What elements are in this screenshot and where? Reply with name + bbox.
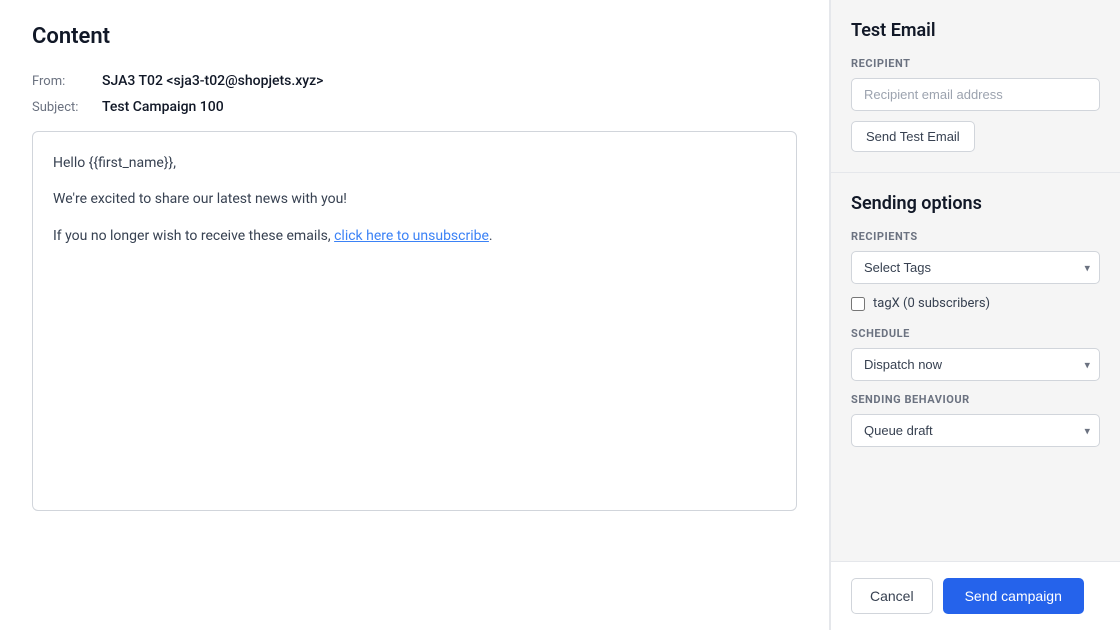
subject-label: Subject:	[32, 100, 102, 115]
sending-behaviour-dropdown[interactable]: Queue draft	[851, 414, 1100, 447]
send-test-email-button[interactable]: Send Test Email	[851, 121, 975, 152]
footer-buttons: Cancel Send campaign	[831, 561, 1120, 630]
tagx-label: tagX (0 subscribers)	[873, 296, 990, 311]
sidebar-panel: Test Email RECIPIENT Send Test Email Sen…	[830, 0, 1120, 630]
email-line-3: If you no longer wish to receive these e…	[53, 225, 776, 247]
email-body: Hello {{first_name}}, We're excited to s…	[32, 131, 797, 511]
tagx-checkbox-row: tagX (0 subscribers)	[851, 296, 1100, 311]
test-email-section: Test Email RECIPIENT Send Test Email	[831, 0, 1120, 173]
email-line-2: We're excited to share our latest news w…	[53, 188, 776, 210]
send-campaign-button[interactable]: Send campaign	[943, 578, 1084, 614]
subject-row: Subject: Test Campaign 100	[32, 99, 797, 115]
sending-behaviour-wrapper: Queue draft ▾	[851, 414, 1100, 447]
schedule-wrapper: Dispatch now ▾	[851, 348, 1100, 381]
test-email-title: Test Email	[851, 20, 1100, 41]
from-row: From: SJA3 T02 <sja3-t02@shopjets.xyz>	[32, 73, 797, 89]
subject-value: Test Campaign 100	[102, 99, 224, 115]
email-line-3-suffix: .	[489, 228, 493, 244]
select-tags-wrapper: Select Tags ▾	[851, 251, 1100, 284]
tagx-checkbox[interactable]	[851, 297, 865, 311]
from-label: From:	[32, 74, 102, 89]
content-panel: Content From: SJA3 T02 <sja3-t02@shopjet…	[0, 0, 830, 630]
cancel-button[interactable]: Cancel	[851, 578, 933, 614]
recipient-label: RECIPIENT	[851, 57, 1100, 70]
sending-options-section: Sending options RECIPIENTS Select Tags ▾…	[831, 173, 1120, 561]
recipients-label: RECIPIENTS	[851, 230, 1100, 243]
email-line-3-prefix: If you no longer wish to receive these e…	[53, 228, 334, 244]
email-line-1: Hello {{first_name}},	[53, 152, 776, 174]
schedule-label: SCHEDULE	[851, 327, 1100, 340]
unsubscribe-link[interactable]: click here to unsubscribe	[334, 228, 489, 244]
from-value: SJA3 T02 <sja3-t02@shopjets.xyz>	[102, 73, 323, 89]
select-tags-dropdown[interactable]: Select Tags	[851, 251, 1100, 284]
recipient-input[interactable]	[851, 78, 1100, 111]
sending-behaviour-label: SENDING BEHAVIOUR	[851, 393, 1100, 406]
sending-options-title: Sending options	[851, 193, 1100, 214]
schedule-dropdown[interactable]: Dispatch now	[851, 348, 1100, 381]
page-title: Content	[32, 24, 797, 49]
